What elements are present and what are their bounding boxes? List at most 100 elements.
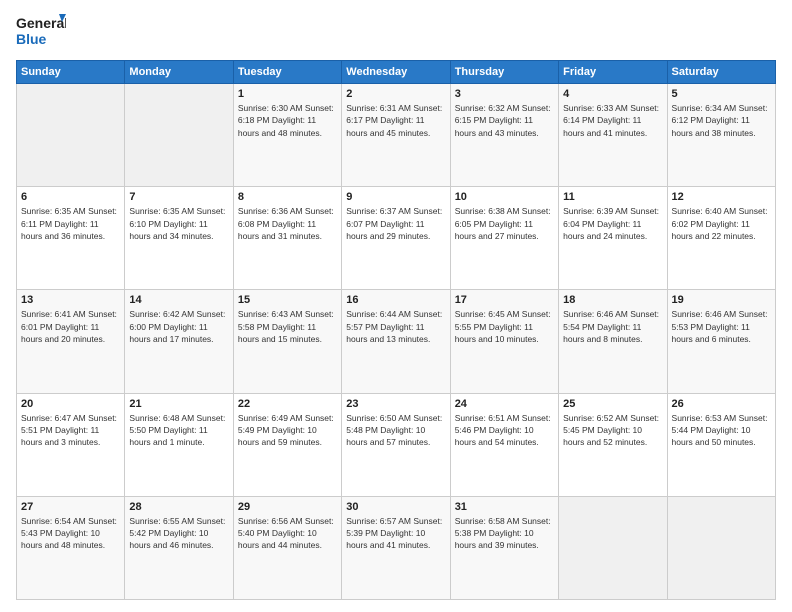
calendar-cell: 1Sunrise: 6:30 AM Sunset: 6:18 PM Daylig…	[233, 84, 341, 187]
day-number: 29	[238, 501, 337, 513]
day-number: 4	[563, 88, 662, 100]
day-number: 1	[238, 88, 337, 100]
day-number: 22	[238, 398, 337, 410]
day-info: Sunrise: 6:46 AM Sunset: 5:53 PM Dayligh…	[672, 308, 771, 345]
calendar-cell: 14 Sunrise: 6:42 AM Sunset: 6:00 PM Dayli…	[125, 290, 233, 393]
day-info: Sunrise: 6:49 AM Sunset: 5:49 PM Dayligh…	[238, 412, 337, 449]
logo-svg: General Blue	[16, 12, 66, 52]
week-row-1: 1Sunrise: 6:30 AM Sunset: 6:18 PM Daylig…	[17, 84, 776, 187]
calendar-cell: 2 Sunrise: 6:31 AM Sunset: 6:17 PM Daylig…	[342, 84, 450, 187]
calendar-cell: 4 Sunrise: 6:33 AM Sunset: 6:14 PM Daylig…	[559, 84, 667, 187]
day-number: 17	[455, 294, 554, 306]
day-number: 31	[455, 501, 554, 513]
day-number: 8	[238, 191, 337, 203]
calendar-cell: 11Sunrise: 6:39 AM Sunset: 6:04 PM Dayli…	[559, 187, 667, 290]
day-number: 12	[672, 191, 771, 203]
day-number: 15	[238, 294, 337, 306]
day-number: 25	[563, 398, 662, 410]
day-number: 14	[129, 294, 228, 306]
calendar-cell: 15 Sunrise: 6:43 AM Sunset: 5:58 PM Dayli…	[233, 290, 341, 393]
day-info: Sunrise: 6:51 AM Sunset: 5:46 PM Dayligh…	[455, 412, 554, 449]
day-info: Sunrise: 6:50 AM Sunset: 5:48 PM Dayligh…	[346, 412, 445, 449]
day-header-monday: Monday	[125, 61, 233, 84]
day-number: 28	[129, 501, 228, 513]
day-info: Sunrise: 6:34 AM Sunset: 6:12 PM Dayligh…	[672, 102, 771, 139]
day-number: 19	[672, 294, 771, 306]
day-number: 9	[346, 191, 445, 203]
day-header-wednesday: Wednesday	[342, 61, 450, 84]
calendar-cell: 13Sunrise: 6:41 AM Sunset: 6:01 PM Dayli…	[17, 290, 125, 393]
calendar-cell: 27Sunrise: 6:54 AM Sunset: 5:43 PM Dayli…	[17, 496, 125, 599]
day-number: 3	[455, 88, 554, 100]
day-number: 23	[346, 398, 445, 410]
calendar-cell: 3 Sunrise: 6:32 AM Sunset: 6:15 PM Daylig…	[450, 84, 558, 187]
day-info: Sunrise: 6:36 AM Sunset: 6:08 PM Dayligh…	[238, 205, 337, 242]
day-info: Sunrise: 6:37 AM Sunset: 6:07 PM Dayligh…	[346, 205, 445, 242]
calendar-cell: 9 Sunrise: 6:37 AM Sunset: 6:07 PM Daylig…	[342, 187, 450, 290]
day-header-tuesday: Tuesday	[233, 61, 341, 84]
calendar-cell: 25 Sunrise: 6:52 AM Sunset: 5:45 PM Dayli…	[559, 393, 667, 496]
calendar-cell: 31Sunrise: 6:58 AM Sunset: 5:38 PM Dayli…	[450, 496, 558, 599]
day-info: Sunrise: 6:38 AM Sunset: 6:05 PM Dayligh…	[455, 205, 554, 242]
day-number: 21	[129, 398, 228, 410]
day-info: Sunrise: 6:42 AM Sunset: 6:00 PM Dayligh…	[129, 308, 228, 345]
calendar-cell: 21 Sunrise: 6:48 AM Sunset: 5:50 PM Dayli…	[125, 393, 233, 496]
day-info: Sunrise: 6:43 AM Sunset: 5:58 PM Dayligh…	[238, 308, 337, 345]
day-number: 26	[672, 398, 771, 410]
day-header-sunday: Sunday	[17, 61, 125, 84]
day-info: Sunrise: 6:48 AM Sunset: 5:50 PM Dayligh…	[129, 412, 228, 449]
day-header-friday: Friday	[559, 61, 667, 84]
day-info: Sunrise: 6:55 AM Sunset: 5:42 PM Dayligh…	[129, 515, 228, 552]
day-info: Sunrise: 6:54 AM Sunset: 5:43 PM Dayligh…	[21, 515, 120, 552]
calendar-cell	[667, 496, 775, 599]
day-number: 24	[455, 398, 554, 410]
day-number: 6	[21, 191, 120, 203]
calendar-cell: 30Sunrise: 6:57 AM Sunset: 5:39 PM Dayli…	[342, 496, 450, 599]
week-row-2: 6 Sunrise: 6:35 AM Sunset: 6:11 PM Daylig…	[17, 187, 776, 290]
calendar-cell: 7 Sunrise: 6:35 AM Sunset: 6:10 PM Daylig…	[125, 187, 233, 290]
calendar-cell: 28 Sunrise: 6:55 AM Sunset: 5:42 PM Dayli…	[125, 496, 233, 599]
day-info: Sunrise: 6:44 AM Sunset: 5:57 PM Dayligh…	[346, 308, 445, 345]
calendar-cell: 18 Sunrise: 6:46 AM Sunset: 5:54 PM Dayli…	[559, 290, 667, 393]
calendar-cell: 23 Sunrise: 6:50 AM Sunset: 5:48 PM Dayli…	[342, 393, 450, 496]
day-header-thursday: Thursday	[450, 61, 558, 84]
calendar-cell: 12 Sunrise: 6:40 AM Sunset: 6:02 PM Dayli…	[667, 187, 775, 290]
header: General Blue	[16, 12, 776, 52]
week-row-4: 20Sunrise: 6:47 AM Sunset: 5:51 PM Dayli…	[17, 393, 776, 496]
calendar-cell: 16 Sunrise: 6:44 AM Sunset: 5:57 PM Dayli…	[342, 290, 450, 393]
week-row-3: 13Sunrise: 6:41 AM Sunset: 6:01 PM Dayli…	[17, 290, 776, 393]
calendar-cell	[559, 496, 667, 599]
day-number: 13	[21, 294, 120, 306]
calendar-cell	[125, 84, 233, 187]
day-info: Sunrise: 6:33 AM Sunset: 6:14 PM Dayligh…	[563, 102, 662, 139]
calendar-cell: 22 Sunrise: 6:49 AM Sunset: 5:49 PM Dayli…	[233, 393, 341, 496]
day-info: Sunrise: 6:35 AM Sunset: 6:11 PM Dayligh…	[21, 205, 120, 242]
day-number: 7	[129, 191, 228, 203]
calendar-table: SundayMondayTuesdayWednesdayThursdayFrid…	[16, 60, 776, 600]
day-info: Sunrise: 6:46 AM Sunset: 5:54 PM Dayligh…	[563, 308, 662, 345]
calendar-cell	[17, 84, 125, 187]
day-number: 2	[346, 88, 445, 100]
day-info: Sunrise: 6:56 AM Sunset: 5:40 PM Dayligh…	[238, 515, 337, 552]
day-number: 18	[563, 294, 662, 306]
calendar-cell: 10 Sunrise: 6:38 AM Sunset: 6:05 PM Dayli…	[450, 187, 558, 290]
day-info: Sunrise: 6:35 AM Sunset: 6:10 PM Dayligh…	[129, 205, 228, 242]
day-info: Sunrise: 6:31 AM Sunset: 6:17 PM Dayligh…	[346, 102, 445, 139]
day-number: 10	[455, 191, 554, 203]
page: General Blue SundayMondayTuesdayWednesda…	[0, 0, 792, 612]
calendar-body: 1Sunrise: 6:30 AM Sunset: 6:18 PM Daylig…	[17, 84, 776, 600]
calendar-cell: 26Sunrise: 6:53 AM Sunset: 5:44 PM Dayli…	[667, 393, 775, 496]
svg-text:General: General	[16, 15, 66, 31]
week-row-5: 27Sunrise: 6:54 AM Sunset: 5:43 PM Dayli…	[17, 496, 776, 599]
day-number: 5	[672, 88, 771, 100]
day-info: Sunrise: 6:40 AM Sunset: 6:02 PM Dayligh…	[672, 205, 771, 242]
day-info: Sunrise: 6:52 AM Sunset: 5:45 PM Dayligh…	[563, 412, 662, 449]
calendar-cell: 19 Sunrise: 6:46 AM Sunset: 5:53 PM Dayli…	[667, 290, 775, 393]
day-number: 16	[346, 294, 445, 306]
day-info: Sunrise: 6:32 AM Sunset: 6:15 PM Dayligh…	[455, 102, 554, 139]
day-number: 11	[563, 191, 662, 203]
day-info: Sunrise: 6:45 AM Sunset: 5:55 PM Dayligh…	[455, 308, 554, 345]
calendar-cell: 29 Sunrise: 6:56 AM Sunset: 5:40 PM Dayli…	[233, 496, 341, 599]
day-number: 30	[346, 501, 445, 513]
day-number: 20	[21, 398, 120, 410]
